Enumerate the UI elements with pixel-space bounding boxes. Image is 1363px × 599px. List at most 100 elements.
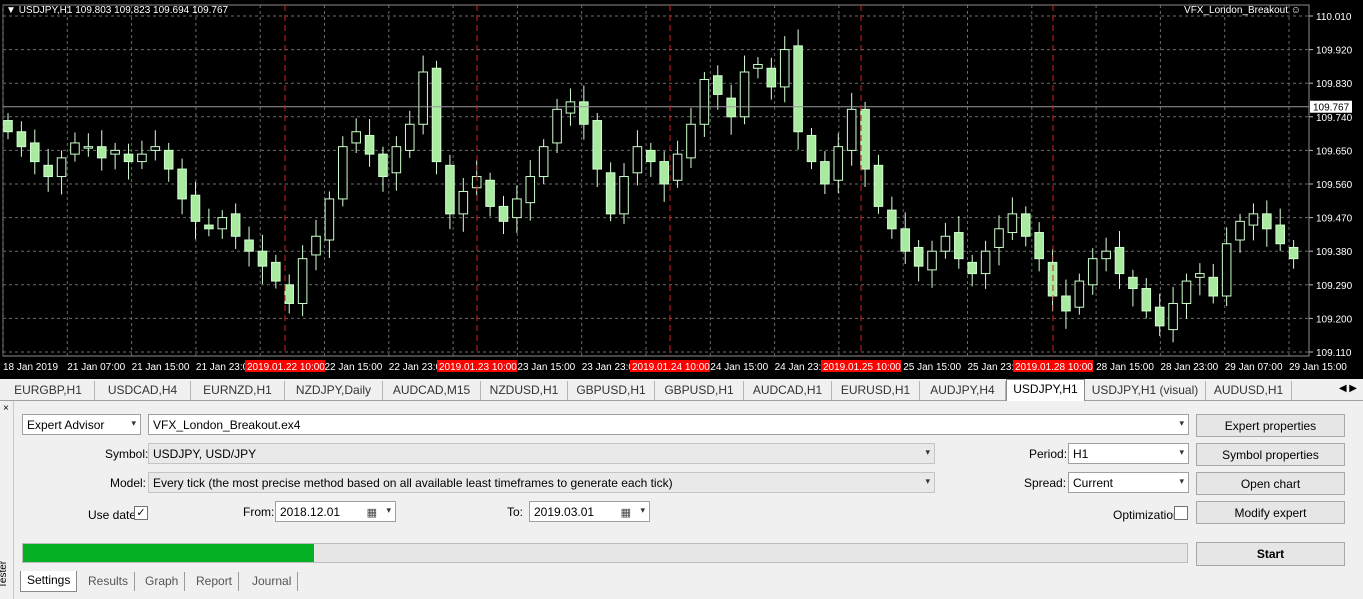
symbol-properties-button[interactable]: Symbol properties [1196, 443, 1345, 466]
tab-graph[interactable]: Graph [139, 572, 186, 591]
candle-body [431, 67, 442, 163]
candle-body [806, 134, 817, 163]
optimization-checkbox[interactable] [1174, 506, 1188, 520]
price-chart[interactable]: 110.010 109.920 109.830 109.740 109.650 109.5… [0, 0, 1363, 379]
time-axis-label: 28 Jan 23:00 [1160, 362, 1218, 373]
calendar-icon[interactable]: ▦ [367, 506, 377, 519]
candle-body [311, 235, 321, 256]
time-axis-label: 21 Jan 07:00 [67, 362, 125, 373]
use-date-checkbox[interactable]: ✓ [134, 506, 148, 520]
candle-body [324, 198, 335, 241]
candle-body [418, 71, 428, 125]
tab-report[interactable]: Report [190, 572, 240, 591]
candle-body [726, 97, 736, 118]
expert-file-value: VFX_London_Breakout.ex4 [153, 418, 301, 432]
to-label: To: [507, 505, 524, 519]
time-axis-label: 28 Jan 15:00 [1096, 362, 1154, 373]
candle-body [699, 78, 710, 125]
candle-body [1128, 276, 1138, 290]
period-select[interactable]: H1 ▾ [1068, 443, 1189, 464]
chevron-down-icon: ▾ [1179, 447, 1184, 457]
mode-select[interactable]: Expert Advisor ▾ [22, 414, 141, 435]
candle-body [779, 49, 790, 88]
expert-properties-button[interactable]: Expert properties [1196, 414, 1345, 437]
candle-body [257, 250, 268, 267]
start-button[interactable]: Start [1196, 542, 1345, 566]
chart-header: ▼ USDJPY,H1 109.803 109.823 109.694 109.… [6, 5, 228, 16]
candle-body [137, 153, 147, 163]
model-select[interactable]: Every tick (the most precise method base… [148, 472, 935, 493]
spread-select[interactable]: Current ▾ [1068, 472, 1189, 493]
candle-body [1288, 246, 1299, 260]
spread-label: Spread: [1024, 476, 1067, 490]
candle-body [873, 164, 884, 207]
tab-scroll-arrows[interactable]: ◀ ▶ [1339, 383, 1357, 394]
symbol-tab[interactable]: AUDJPY,H4 [920, 381, 1006, 400]
symbol-tab[interactable]: USDJPY,H1 [1006, 379, 1085, 401]
close-icon[interactable]: × [3, 403, 9, 414]
symbol-tab[interactable]: EURNZD,H1 [191, 381, 285, 400]
candle-body [150, 146, 161, 151]
candle-body [1168, 302, 1178, 331]
tab-journal[interactable]: Journal [246, 572, 299, 591]
price-axis-label: 109.560 [1316, 180, 1353, 191]
symbol-tab[interactable]: GBPUSD,H1 [655, 381, 744, 400]
symbol-tab[interactable]: AUDUSD,H1 [1206, 381, 1292, 400]
scroll-right-icon[interactable]: ▶ [1349, 383, 1357, 394]
candle-body [1275, 224, 1286, 245]
candle-body [3, 120, 13, 133]
candle-body [860, 108, 870, 170]
chevron-down-icon: ▾ [386, 505, 391, 515]
symbol-tab[interactable]: NZDJPY,Daily [285, 381, 383, 400]
candle-body [123, 153, 134, 163]
event-marker-label: 2019.01.22 10:00 [247, 362, 325, 373]
period-value: H1 [1073, 447, 1089, 461]
from-date-value: 2018.12.01 [280, 505, 341, 519]
modify-expert-button[interactable]: Modify expert [1196, 501, 1345, 524]
spread-value: Current [1073, 476, 1114, 490]
candle-body [364, 134, 375, 155]
tab-results[interactable]: Results [82, 572, 136, 591]
chevron-down-icon: ▾ [925, 476, 930, 486]
symbol-tab[interactable]: GBPUSD,H1 [568, 381, 655, 400]
time-axis-label: 29 Jan 15:00 [1289, 362, 1347, 373]
open-chart-button[interactable]: Open chart [1196, 472, 1345, 495]
time-axis-label: 29 Jan 07:00 [1225, 362, 1283, 373]
time-axis-label: 25 Jan 15:00 [903, 362, 961, 373]
candle-body [1221, 243, 1232, 297]
candle-body [29, 142, 40, 163]
candle-body [927, 250, 937, 271]
candle-body [686, 123, 696, 159]
to-date-input[interactable]: 2019.03.01 ▦ ▾ [529, 501, 650, 522]
price-axis-label: 109.200 [1316, 314, 1353, 325]
symbol-select[interactable]: USDJPY, USD/JPY ▾ [148, 443, 935, 464]
calendar-icon[interactable]: ▦ [621, 506, 631, 519]
candle-body [846, 108, 857, 151]
chart-menu-icon[interactable]: ▼ [6, 5, 16, 16]
candle-body [1007, 213, 1018, 234]
symbol-tab[interactable]: NZDUSD,H1 [481, 381, 568, 400]
candle-body [1208, 276, 1219, 297]
expert-select[interactable]: VFX_London_Breakout.ex4 ▾ [148, 414, 1189, 435]
tab-settings[interactable]: Settings [20, 571, 78, 592]
candle-body [1074, 280, 1085, 308]
candle-body [940, 235, 951, 252]
time-axis-label: 18 Jan 2019 [3, 362, 58, 373]
symbol-tab[interactable]: USDJPY,H1 (visual) [1085, 381, 1206, 400]
symbol-tab[interactable]: EURGBP,H1 [2, 381, 95, 400]
symbol-tab[interactable]: AUDCAD,H1 [744, 381, 832, 400]
candle-body [445, 164, 455, 215]
candle-body [793, 45, 803, 133]
scroll-left-icon[interactable]: ◀ [1339, 383, 1347, 394]
from-date-input[interactable]: 2018.12.01 ▦ ▾ [275, 501, 396, 522]
model-value: Every tick (the most precise method base… [153, 476, 673, 490]
chevron-down-icon: ▾ [925, 447, 930, 457]
symbol-tab[interactable]: EURUSD,H1 [832, 381, 920, 400]
progress-fill [23, 544, 314, 562]
candle-body [498, 205, 509, 222]
candle-body [1154, 306, 1165, 327]
symbol-tab[interactable]: AUDCAD,M15 [383, 381, 481, 400]
symbol-tab[interactable]: USDCAD,H4 [95, 381, 191, 400]
candle-body [1020, 213, 1031, 237]
candle-body [1248, 213, 1259, 226]
